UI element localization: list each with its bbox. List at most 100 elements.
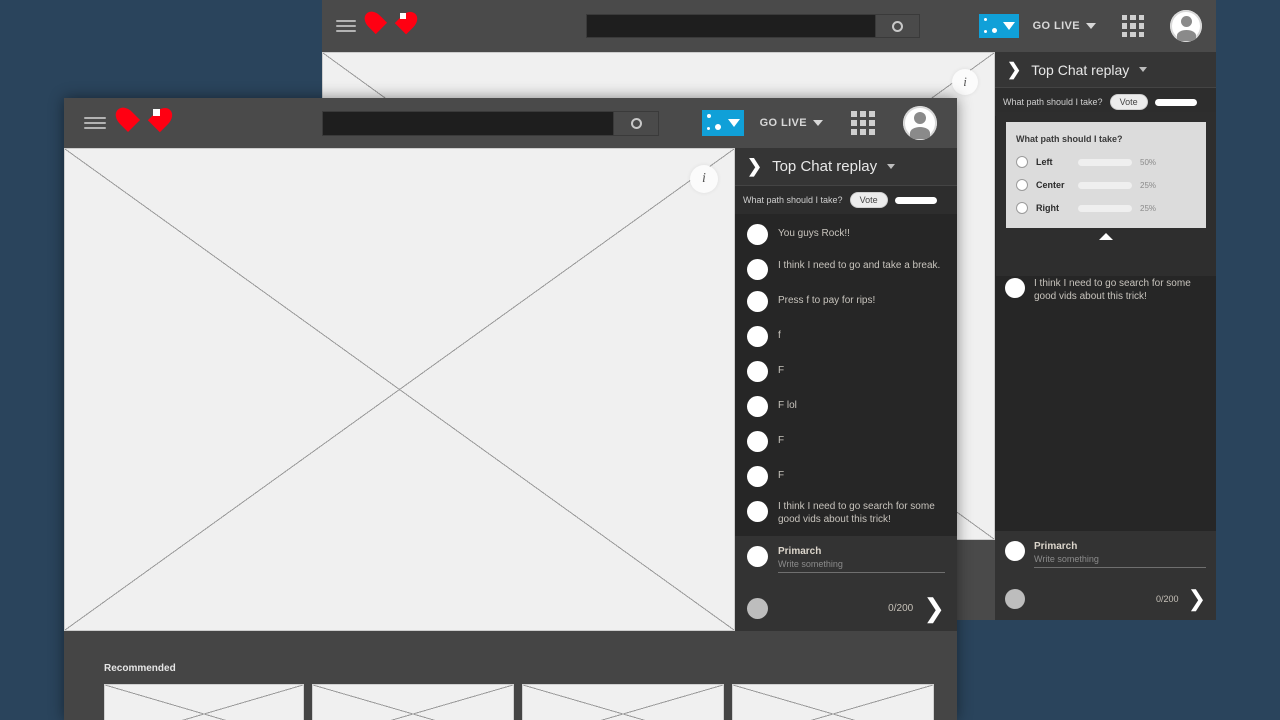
heart-logo-icon[interactable] (376, 13, 406, 39)
chevron-down-icon[interactable] (887, 164, 896, 169)
chat-message: I think I need to go and take a break. (747, 259, 945, 280)
front-chat-messages[interactable]: You guys Rock!! I think I need to go and… (735, 214, 957, 536)
poll-option-label: Left (1036, 157, 1053, 167)
go-live-label: GO LIVE (759, 117, 807, 129)
chat-message: F (747, 431, 945, 452)
vote-button[interactable]: Vote (1109, 94, 1148, 110)
recommended-thumbnail[interactable] (312, 684, 514, 720)
composer-message-input[interactable]: Write something (778, 559, 945, 573)
account-avatar-icon[interactable] (1170, 10, 1202, 42)
chevron-right-icon[interactable]: ❯ (1007, 60, 1021, 80)
front-chat-panel[interactable]: ❯ Top Chat replay What path should I tak… (735, 148, 957, 631)
composer-secondary-avatar (1005, 589, 1025, 609)
poll-option-bar (1078, 181, 1132, 189)
chat-message: You guys Rock!! (747, 224, 945, 245)
chat-message: I think I need to go search for some goo… (1005, 278, 1206, 303)
composer-username: Primarch (778, 546, 822, 557)
search-button[interactable] (876, 14, 920, 38)
front-chat-composer[interactable]: Primarch Write something 0/200 ❯ (735, 536, 957, 631)
account-avatar-icon[interactable] (903, 106, 937, 140)
chevron-down-icon (813, 120, 823, 126)
video-info-badge[interactable]: i (952, 69, 978, 95)
vote-button[interactable]: Vote (849, 192, 888, 208)
chat-title: Top Chat replay (1031, 61, 1130, 78)
chat-avatar (747, 361, 768, 382)
go-live-button[interactable]: GO LIVE (760, 117, 823, 129)
video-info-badge[interactable]: i (690, 165, 718, 193)
chevron-right-icon[interactable]: ❯ (747, 156, 762, 177)
chat-message-text: You guys Rock!! (778, 228, 850, 239)
poll-option-radio[interactable] (1016, 156, 1028, 168)
chat-message-text: F lol (778, 400, 797, 411)
recommended-thumbnail[interactable] (732, 684, 934, 720)
grid-apps-icon[interactable] (851, 111, 875, 135)
chat-message-text: F (778, 365, 785, 376)
caret-up-icon[interactable] (1099, 233, 1113, 240)
poll-progress-bar (1154, 98, 1197, 106)
front-poll-bar[interactable]: What path should I take? Vote (735, 186, 957, 214)
poll-option-radio[interactable] (1016, 202, 1028, 214)
webcam-icon[interactable] (978, 14, 1019, 38)
poll-question: What path should I take? (1003, 97, 1103, 107)
heart-logo-icon[interactable] (128, 109, 160, 137)
recommended-thumbnail[interactable] (522, 684, 724, 720)
hamburger-icon[interactable] (84, 115, 106, 132)
composer-send-row[interactable]: 0/200 ❯ (747, 595, 945, 621)
search-input[interactable] (322, 110, 614, 136)
chat-avatar (747, 259, 768, 280)
chat-avatar (747, 466, 768, 487)
chat-avatar (747, 291, 768, 312)
front-window-topbar: GO LIVE (64, 98, 957, 148)
poll-option-label: Right (1036, 203, 1059, 213)
composer-send-row[interactable]: 0/200 ❯ (1005, 588, 1206, 610)
poll-option-row[interactable]: Center 25% (1016, 179, 1196, 191)
chat-message-text: f (778, 330, 781, 341)
back-search-bar[interactable] (586, 14, 920, 38)
recommended-title: Recommended (104, 663, 176, 674)
front-browser-window[interactable]: GO LIVE i ❯ Top Chat replay What path sh… (64, 98, 957, 720)
poll-option-row[interactable]: Left 50% (1016, 156, 1196, 168)
hamburger-icon[interactable] (336, 18, 356, 34)
back-chat-header[interactable]: ❯ Top Chat replay (995, 52, 1216, 88)
poll-option-percent: 25% (1140, 203, 1157, 213)
poll-overlay-card-container[interactable]: What path should I take? Left 50% Center… (996, 112, 1216, 276)
poll-option-percent: 25% (1140, 180, 1157, 190)
recommended-thumbnail[interactable] (104, 684, 304, 720)
chat-message-text: I think I need to go search for some goo… (1034, 278, 1191, 302)
send-arrow-icon[interactable]: ❯ (923, 595, 945, 621)
webcam-icon[interactable] (701, 110, 744, 136)
poll-option-row[interactable]: Right 25% (1016, 202, 1196, 214)
search-input[interactable] (586, 14, 876, 38)
front-search-bar[interactable] (322, 110, 659, 136)
composer-input-row[interactable]: Primarch Write something (747, 546, 945, 573)
poll-option-bar (1078, 204, 1132, 212)
composer-input-row[interactable]: Primarch Write something (1005, 541, 1206, 568)
go-live-label: GO LIVE (1032, 20, 1080, 32)
search-button[interactable] (614, 110, 659, 136)
composer-avatar (1005, 541, 1025, 561)
front-chat-header[interactable]: ❯ Top Chat replay (735, 148, 957, 186)
back-window-topbar: GO LIVE (322, 0, 1216, 52)
chat-message: F (747, 466, 945, 487)
recommended-thumbs-row (104, 684, 957, 720)
chat-message: F (747, 361, 945, 382)
poll-option-radio[interactable] (1016, 179, 1028, 191)
grid-apps-icon[interactable] (1122, 15, 1144, 37)
composer-username: Primarch (1034, 541, 1078, 552)
chat-avatar (1005, 278, 1025, 298)
send-arrow-icon[interactable]: ❯ (1188, 588, 1206, 610)
front-recommended-section: Recommended (64, 631, 957, 720)
front-video-player[interactable]: i (64, 148, 735, 631)
chat-message-text: Press f to pay for rips! (778, 295, 876, 306)
go-live-button[interactable]: GO LIVE (1033, 20, 1096, 32)
chevron-down-icon (1086, 23, 1096, 29)
chat-avatar (747, 326, 768, 347)
composer-avatar (747, 546, 768, 567)
back-chat-composer[interactable]: Primarch Write something 0/200 ❯ (995, 531, 1216, 620)
composer-message-input[interactable]: Write something (1034, 554, 1206, 568)
chat-message-text: I think I need to go and take a break. (778, 260, 941, 271)
chevron-down-icon[interactable] (1139, 67, 1148, 72)
chat-message: I think I need to go search for some goo… (747, 501, 945, 526)
poll-overlay-card[interactable]: What path should I take? Left 50% Center… (1006, 122, 1206, 228)
search-icon (892, 20, 903, 32)
